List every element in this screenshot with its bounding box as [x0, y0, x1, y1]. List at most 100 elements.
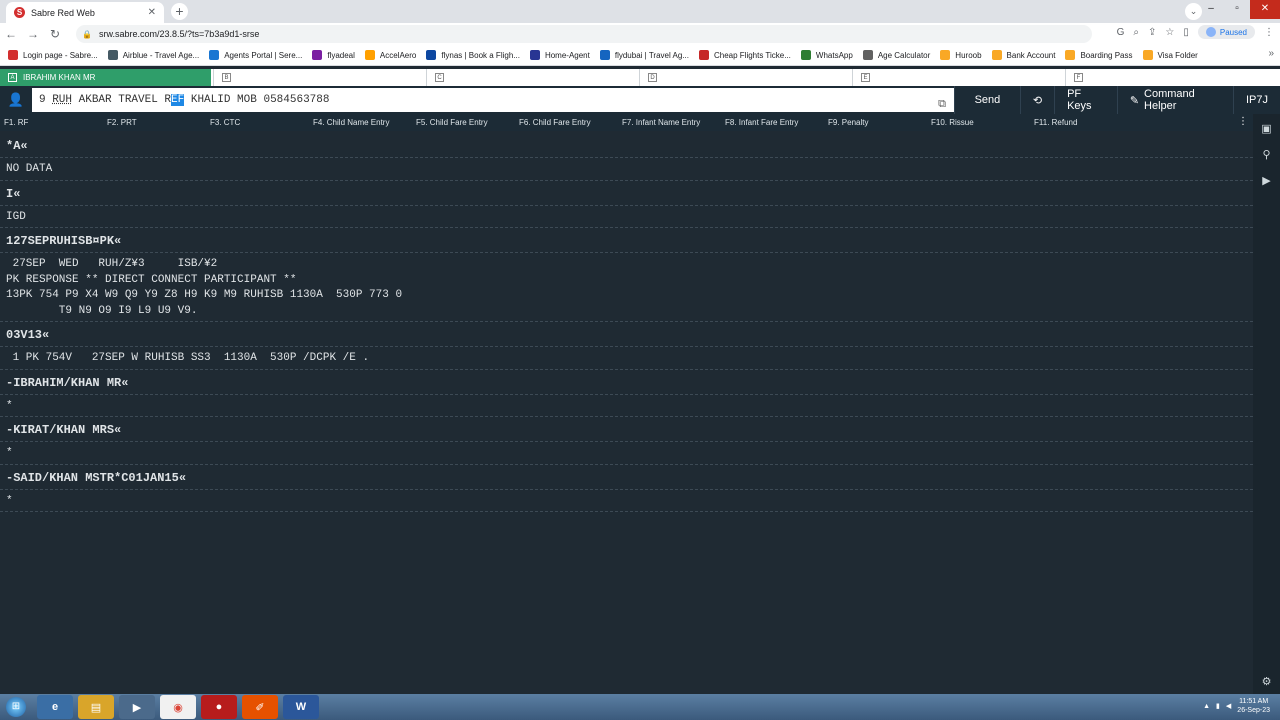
- play-icon[interactable]: ▶: [1262, 174, 1270, 192]
- bookmark-item[interactable]: Agents Portal | Sere...: [209, 50, 302, 60]
- pf-keys-button[interactable]: PF Keys: [1054, 86, 1117, 114]
- recorder-icon[interactable]: ●: [201, 695, 237, 719]
- pf-key[interactable]: F6. Child Fare Entry: [519, 118, 591, 127]
- more-vertical-icon[interactable]: ⋮: [1238, 116, 1248, 127]
- maximize-icon[interactable]: ▫: [1224, 0, 1250, 19]
- profile-button[interactable]: Paused: [1197, 25, 1255, 39]
- session-tab-b[interactable]: B: [213, 69, 426, 86]
- volume-icon[interactable]: ◀: [1226, 702, 1231, 710]
- entered-command[interactable]: -KIRAT/KHAN MRS«: [0, 417, 1253, 441]
- pf-key[interactable]: F8. Infant Fare Entry: [725, 118, 798, 127]
- explorer-folder-icon[interactable]: ▤: [78, 695, 114, 719]
- session-tab-d[interactable]: D: [639, 69, 852, 86]
- back-arrow-icon[interactable]: ←: [0, 27, 22, 41]
- clock[interactable]: 11:51 AM 26-Sep-23: [1237, 697, 1270, 715]
- bookmark-label: AccelAero: [379, 50, 417, 60]
- settings-gear-icon[interactable]: ⚙: [1262, 675, 1272, 688]
- command-input[interactable]: 9 RUH AKBAR TRAVEL REF KHALID MOB 058456…: [32, 88, 954, 112]
- pf-key[interactable]: F4. Child Name Entry: [313, 118, 389, 127]
- session-letter: B: [222, 73, 231, 82]
- pf-keys-label: PF Keys: [1067, 88, 1092, 112]
- zoom-icon[interactable]: ⌕: [1133, 27, 1139, 38]
- bookmark-item[interactable]: Huroob: [940, 50, 982, 60]
- tray-expand-icon[interactable]: ▲: [1203, 703, 1210, 710]
- response-block: 03V13« 1 PK 754V 27SEP W RUHISB SS3 1130…: [0, 322, 1253, 370]
- bookmark-item[interactable]: Visa Folder: [1142, 50, 1198, 60]
- bookmark-label: Visa Folder: [1157, 50, 1198, 60]
- bookmark-label: Huroob: [955, 50, 982, 60]
- bookmark-item[interactable]: Bank Account: [991, 50, 1055, 60]
- send-label: Send: [974, 94, 1001, 106]
- clock-time: 11:51 AM: [1239, 698, 1269, 705]
- ie-icon[interactable]: e: [37, 695, 73, 719]
- entered-command[interactable]: *A«: [0, 133, 1253, 157]
- pf-key[interactable]: F5. Child Fare Entry: [416, 118, 488, 127]
- pf-key[interactable]: F7. Infant Name Entry: [622, 118, 700, 127]
- url-text: srw.sabre.com/23.8.5/?ts=7b3a9d1-srse: [99, 29, 260, 39]
- window-close-icon[interactable]: ✕: [1250, 0, 1280, 19]
- bookmark-item[interactable]: Home-Agent: [529, 50, 590, 60]
- entered-command[interactable]: -IBRAHIM/KHAN MR«: [0, 370, 1253, 394]
- forward-arrow-icon[interactable]: →: [22, 27, 44, 41]
- chrome-icon[interactable]: ◉: [160, 695, 196, 719]
- session-letter: F: [1074, 73, 1083, 82]
- pf-key[interactable]: F11. Refund: [1034, 118, 1077, 127]
- pcc-button[interactable]: IP7J: [1233, 86, 1280, 114]
- bookmark-item[interactable]: flynas | Book a Fligh...: [426, 50, 520, 60]
- new-tab-plus-icon[interactable]: +: [171, 3, 188, 20]
- entered-command[interactable]: I«: [0, 181, 1253, 205]
- pf-key[interactable]: F3. CTC: [210, 118, 240, 127]
- session-tab-f[interactable]: F: [1065, 69, 1280, 86]
- pf-key[interactable]: F1. RF: [4, 118, 28, 127]
- bookmark-item[interactable]: Login page - Sabre...: [8, 50, 98, 60]
- pin-icon[interactable]: ⚲: [1262, 148, 1270, 166]
- bookmark-item[interactable]: Boarding Pass: [1065, 50, 1133, 60]
- user-icon[interactable]: 👤: [0, 86, 32, 114]
- close-icon[interactable]: ✕: [148, 7, 156, 18]
- bookmark-favicon-icon: [800, 50, 811, 60]
- session-tab-c[interactable]: C: [426, 69, 639, 86]
- entered-command[interactable]: 03V13«: [0, 322, 1253, 346]
- command-selection: EF: [171, 94, 185, 106]
- bookmark-item[interactable]: flydubai | Travel Ag...: [599, 50, 689, 60]
- reload-icon[interactable]: ↻: [44, 27, 66, 41]
- bookmark-star-icon[interactable]: ☆: [1165, 27, 1174, 38]
- media-player-icon[interactable]: ▶: [119, 695, 155, 719]
- side-panel-icon[interactable]: ▯: [1183, 27, 1189, 38]
- entered-command[interactable]: 127SEPRUHISB¤PK«: [0, 228, 1253, 252]
- session-letter: D: [648, 73, 657, 82]
- bookmark-item[interactable]: Age Calculator: [862, 50, 930, 60]
- bookmark-item[interactable]: Airblue - Travel Age...: [107, 50, 199, 60]
- history-button[interactable]: ⟲: [1019, 86, 1054, 114]
- bookmark-label: flydubai | Travel Ag...: [614, 50, 689, 60]
- start-button[interactable]: ⊞: [0, 694, 32, 720]
- paint-icon[interactable]: ✐: [242, 695, 278, 719]
- share-icon[interactable]: ⇪: [1148, 27, 1156, 38]
- network-icon[interactable]: ▮: [1216, 702, 1220, 710]
- browser-menu-icon[interactable]: ⋮: [1264, 27, 1274, 38]
- pf-key[interactable]: F2. PRT: [107, 118, 137, 127]
- bookmark-item[interactable]: AccelAero: [364, 50, 417, 60]
- minimize-icon[interactable]: –: [1198, 0, 1224, 19]
- send-button[interactable]: Send: [954, 86, 1020, 114]
- session-tab-a[interactable]: A IBRAHIM KHAN MR: [0, 69, 211, 86]
- bookmark-item[interactable]: Cheap Flights Ticke...: [698, 50, 791, 60]
- response-block: -IBRAHIM/KHAN MR« *: [0, 370, 1253, 417]
- command-output: 1 PK 754V 27SEP W RUHISB SS3 1130A 530P …: [0, 346, 1253, 369]
- word-icon[interactable]: W: [283, 695, 319, 719]
- pf-key[interactable]: F9. Penalty: [828, 118, 868, 127]
- url-field[interactable]: 🔒 srw.sabre.com/23.8.5/?ts=7b3a9d1-srse: [76, 25, 1092, 43]
- bookmarks-overflow-icon[interactable]: »: [1268, 48, 1274, 59]
- session-tab-e[interactable]: E: [852, 69, 1065, 86]
- entered-command[interactable]: -SAID/KHAN MSTR*C01JAN15«: [0, 465, 1253, 489]
- pf-key-bar: ⋮ F1. RF F2. PRT F3. CTC F4. Child Name Ent…: [0, 114, 1253, 131]
- bookmark-favicon-icon: [1142, 50, 1153, 60]
- bookmark-item[interactable]: WhatsApp: [800, 50, 853, 60]
- pf-key[interactable]: F10. Rissue: [931, 118, 974, 127]
- command-output: *: [0, 488, 1253, 512]
- command-helper-button[interactable]: ✎ Command Helper: [1116, 86, 1233, 114]
- briefcase-icon[interactable]: ▣: [1261, 122, 1271, 140]
- google-lens-icon[interactable]: G: [1117, 27, 1125, 38]
- bookmark-item[interactable]: flyadeal: [312, 50, 355, 60]
- browser-tab[interactable]: S Sabre Red Web ✕: [6, 2, 164, 23]
